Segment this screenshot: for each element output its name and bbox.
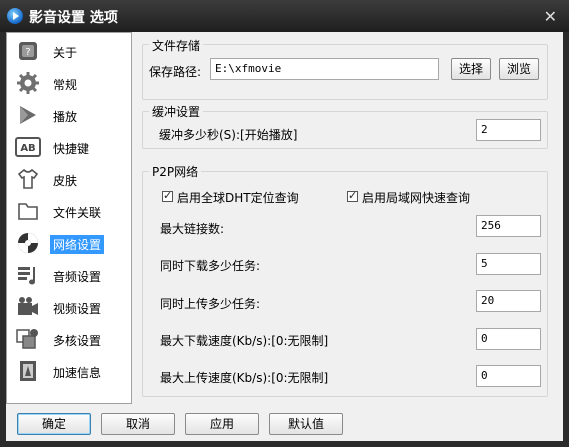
sidebar-item-skin[interactable]: 皮肤 xyxy=(7,163,131,195)
video-icon xyxy=(15,295,41,319)
sidebar-item-label: 常规 xyxy=(53,78,78,92)
sidebar-item-label: 视频设置 xyxy=(53,302,102,316)
max-connections-input[interactable]: 256 xyxy=(476,215,541,237)
save-path-label: 保存路径: xyxy=(149,65,202,79)
about-icon: ? xyxy=(15,39,41,63)
close-icon[interactable]: ✕ xyxy=(544,7,557,26)
sidebar-item-file-association[interactable]: 文件关联 xyxy=(7,195,131,227)
lan-query-checkbox[interactable] xyxy=(347,189,358,202)
cancel-button[interactable]: 取消 xyxy=(101,413,175,435)
sidebar: ? 关于 常规 播放 AB 快捷键 皮肤 文件关联 网络设置 音频设置 视频设置… xyxy=(6,32,132,404)
accelerate-icon xyxy=(15,359,41,383)
settings-panel: 文件存储 保存路径: E:\xfmovie 选择 浏览 缓冲设置 缓冲多少秒(S… xyxy=(137,32,557,402)
buffer-seconds-input[interactable]: 2 xyxy=(476,119,541,141)
upload-speed-input[interactable]: 0 xyxy=(476,365,541,387)
sidebar-item-label: 网络设置 xyxy=(50,235,105,254)
sidebar-item-label: 多核设置 xyxy=(53,334,102,348)
apply-button[interactable]: 应用 xyxy=(185,413,259,435)
browse-button[interactable]: 浏览 xyxy=(499,58,539,80)
file-storage-title: 文件存储 xyxy=(149,37,204,54)
network-icon xyxy=(15,231,41,255)
sidebar-item-label: 关于 xyxy=(53,46,78,60)
folder-icon xyxy=(15,199,41,223)
svg-text:?: ? xyxy=(25,47,30,58)
select-button[interactable]: 选择 xyxy=(451,58,491,80)
download-speed-input[interactable]: 0 xyxy=(476,328,541,350)
save-path-input[interactable]: E:\xfmovie xyxy=(210,58,439,80)
sidebar-item-label: 快捷键 xyxy=(53,142,90,156)
sidebar-item-multicore[interactable]: 多核设置 xyxy=(7,323,131,355)
sidebar-item-label: 播放 xyxy=(53,110,78,124)
sidebar-item-hotkeys[interactable]: AB 快捷键 xyxy=(7,131,131,163)
sidebar-item-acceleration[interactable]: 加速信息 xyxy=(7,355,131,387)
svg-text:AB: AB xyxy=(20,143,35,154)
global-dht-label: 启用全球DHT定位查询 xyxy=(177,191,299,205)
download-speed-label: 最大下载速度(Kb/s):[0:无限制] xyxy=(160,334,329,348)
sidebar-item-label: 皮肤 xyxy=(53,174,78,188)
default-button[interactable]: 默认值 xyxy=(269,413,343,435)
window-title: 影音设置 选项 xyxy=(29,10,118,26)
sidebar-item-label: 加速信息 xyxy=(53,366,102,380)
title-bar[interactable]: 影音设置 选项 ✕ xyxy=(0,0,569,32)
tshirt-icon xyxy=(15,167,41,191)
keyboard-ab-icon: AB xyxy=(15,135,41,159)
sidebar-item-label: 文件关联 xyxy=(53,206,102,220)
lan-query-label: 启用局域网快速查询 xyxy=(362,191,471,205)
global-dht-checkbox[interactable] xyxy=(162,189,173,202)
play-icon xyxy=(15,103,41,127)
download-tasks-input[interactable]: 5 xyxy=(476,253,541,275)
max-connections-label: 最大链接数: xyxy=(160,222,225,236)
gear-icon xyxy=(15,71,41,95)
p2p-title: P2P网络 xyxy=(149,163,202,180)
sidebar-item-label: 音频设置 xyxy=(53,270,102,284)
sidebar-item-audio[interactable]: 音频设置 xyxy=(7,259,131,291)
download-tasks-label: 同时下载多少任务: xyxy=(160,259,261,273)
sidebar-item-about[interactable]: ? 关于 xyxy=(7,35,131,67)
settings-window: 影音设置 选项 ✕ ? 关于 常规 播放 AB 快捷键 皮肤 文件关联 网络设置… xyxy=(0,0,569,447)
sidebar-item-video[interactable]: 视频设置 xyxy=(7,291,131,323)
audio-icon xyxy=(15,263,41,287)
upload-tasks-input[interactable]: 20 xyxy=(476,290,541,312)
sidebar-item-playback[interactable]: 播放 xyxy=(7,99,131,131)
upload-speed-label: 最大上传速度(Kb/s):[0:无限制] xyxy=(160,371,329,385)
buffer-title: 缓冲设置 xyxy=(149,103,204,120)
app-icon xyxy=(7,8,23,24)
sidebar-item-general[interactable]: 常规 xyxy=(7,67,131,99)
ok-button[interactable]: 确定 xyxy=(17,413,91,435)
buffer-seconds-label: 缓冲多少秒(S):[开始播放] xyxy=(159,128,298,142)
upload-tasks-label: 同时上传多少任务: xyxy=(160,297,261,311)
multicore-icon xyxy=(15,327,41,351)
sidebar-item-network[interactable]: 网络设置 xyxy=(7,227,131,259)
